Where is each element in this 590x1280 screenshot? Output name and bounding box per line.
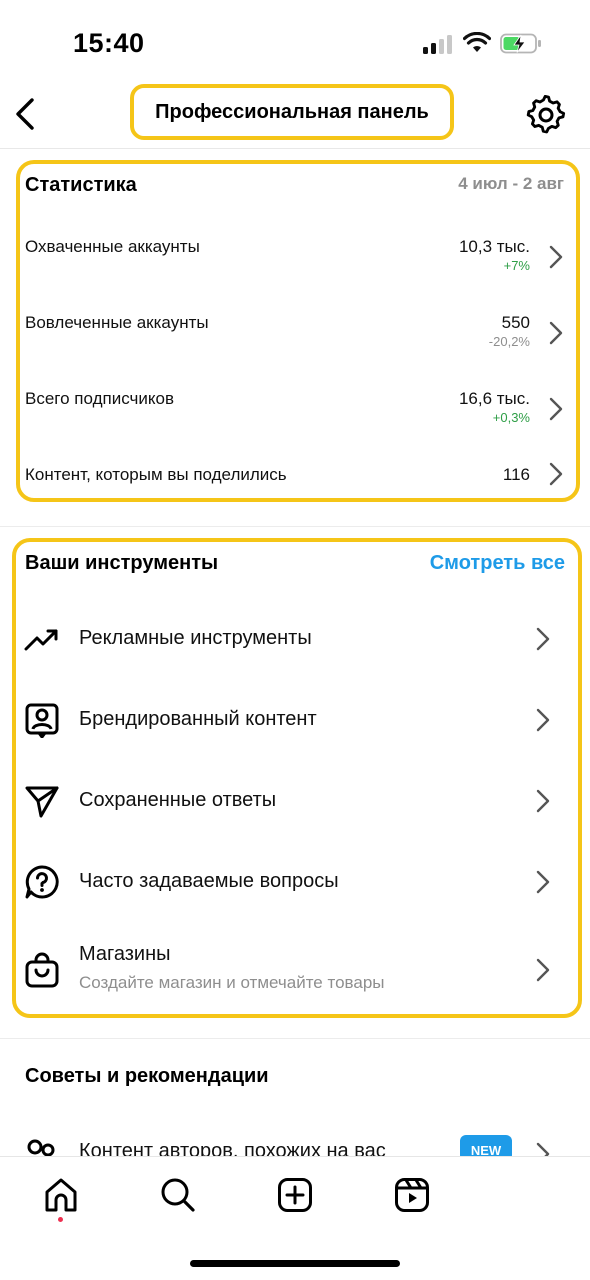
status-bar: 15:40 (0, 0, 590, 80)
chevron-right-icon (536, 870, 550, 894)
stat-delta: +7% (503, 258, 530, 273)
tool-row-faq[interactable]: Часто задаваемые вопросы (0, 847, 590, 917)
status-time: 15:40 (73, 28, 145, 58)
tool-label: Рекламные инструменты (79, 627, 312, 649)
tool-sub-label: Создайте магазин и отмечайте товары (79, 973, 385, 992)
tip-label: Контент авторов, похожих на вас (79, 1140, 386, 1156)
home-indicator (190, 1260, 400, 1267)
wifi-icon (463, 32, 491, 52)
chevron-right-icon (536, 1142, 550, 1156)
stat-value: 116 (502, 465, 530, 484)
tool-label: Брендированный контент (79, 708, 317, 730)
tips-title: Советы и рекомендации (25, 1065, 269, 1087)
stat-delta: -20,2% (488, 334, 530, 349)
stat-value: 550 (501, 313, 530, 332)
stat-label: Контент, которым вы поделились (25, 465, 287, 484)
cellular-signal-icon (423, 34, 453, 54)
home-icon[interactable] (43, 1177, 79, 1213)
page-title: Профессиональная панель (155, 100, 429, 123)
chevron-right-icon (536, 789, 550, 813)
tool-row-shops[interactable]: Магазины Создайте магазин и отмечайте то… (0, 932, 590, 1008)
search-icon[interactable] (160, 1177, 196, 1213)
stat-delta: +0,3% (492, 410, 530, 425)
chevron-right-icon (536, 708, 550, 732)
trending-up-icon (24, 629, 58, 651)
add-post-icon[interactable] (277, 1177, 313, 1213)
battery-charging-icon (500, 33, 541, 54)
stat-row-total-followers[interactable]: Всего подписчиков 16,6 тыс. +0,3% (0, 380, 590, 440)
gear-icon[interactable] (526, 95, 566, 135)
section-divider (0, 526, 590, 527)
shopping-bag-icon (25, 952, 59, 988)
tool-label: Сохраненные ответы (79, 789, 277, 811)
app-header: Профессиональная панель (0, 80, 590, 148)
branded-content-icon (25, 703, 59, 738)
stats-title: Статистика (25, 174, 137, 196)
question-bubble-icon (25, 865, 59, 899)
tip-row-similar-creators[interactable]: Контент авторов, похожих на вас NEW (0, 1128, 590, 1156)
see-all-link[interactable]: Смотреть все (430, 552, 565, 575)
stat-row-engaged-accounts[interactable]: Вовлеченные аккаунты 550 -20,2% (0, 304, 590, 364)
reels-icon[interactable] (394, 1177, 430, 1213)
chevron-right-icon (549, 245, 563, 269)
stat-label: Охваченные аккаунты (25, 237, 200, 256)
chevron-right-icon (549, 462, 563, 486)
section-divider (0, 1038, 590, 1039)
stat-value: 10,3 тыс. (458, 237, 530, 256)
chevron-right-icon (549, 397, 563, 421)
stats-date-range[interactable]: 4 июл - 2 авг (458, 174, 564, 194)
active-tab-indicator (58, 1217, 63, 1222)
tool-row-ad-tools[interactable]: Рекламные инструменты (0, 604, 590, 674)
stat-label: Вовлеченные аккаунты (25, 313, 209, 332)
stat-row-content-shared[interactable]: Контент, которым вы поделились 116 (0, 456, 590, 516)
chevron-left-icon[interactable] (8, 94, 42, 134)
tool-label: Магазины (79, 943, 171, 965)
stat-row-reached-accounts[interactable]: Охваченные аккаунты 10,3 тыс. +7% (0, 228, 590, 288)
tool-label: Часто задаваемые вопросы (79, 870, 339, 892)
header-divider (0, 148, 590, 149)
new-badge: NEW (460, 1135, 512, 1156)
users-icon (27, 1139, 55, 1156)
tools-title: Ваши инструменты (25, 552, 219, 574)
tool-row-branded-content[interactable]: Брендированный контент (0, 685, 590, 755)
chevron-right-icon (536, 627, 550, 651)
stat-label: Всего подписчиков (25, 389, 174, 408)
chevron-right-icon (536, 958, 550, 982)
tool-row-saved-replies[interactable]: Сохраненные ответы (0, 766, 590, 836)
chevron-right-icon (549, 321, 563, 345)
stat-value: 16,6 тыс. (458, 389, 530, 408)
page-title-highlight: Профессиональная панель (130, 84, 454, 140)
paper-plane-icon (25, 786, 59, 818)
